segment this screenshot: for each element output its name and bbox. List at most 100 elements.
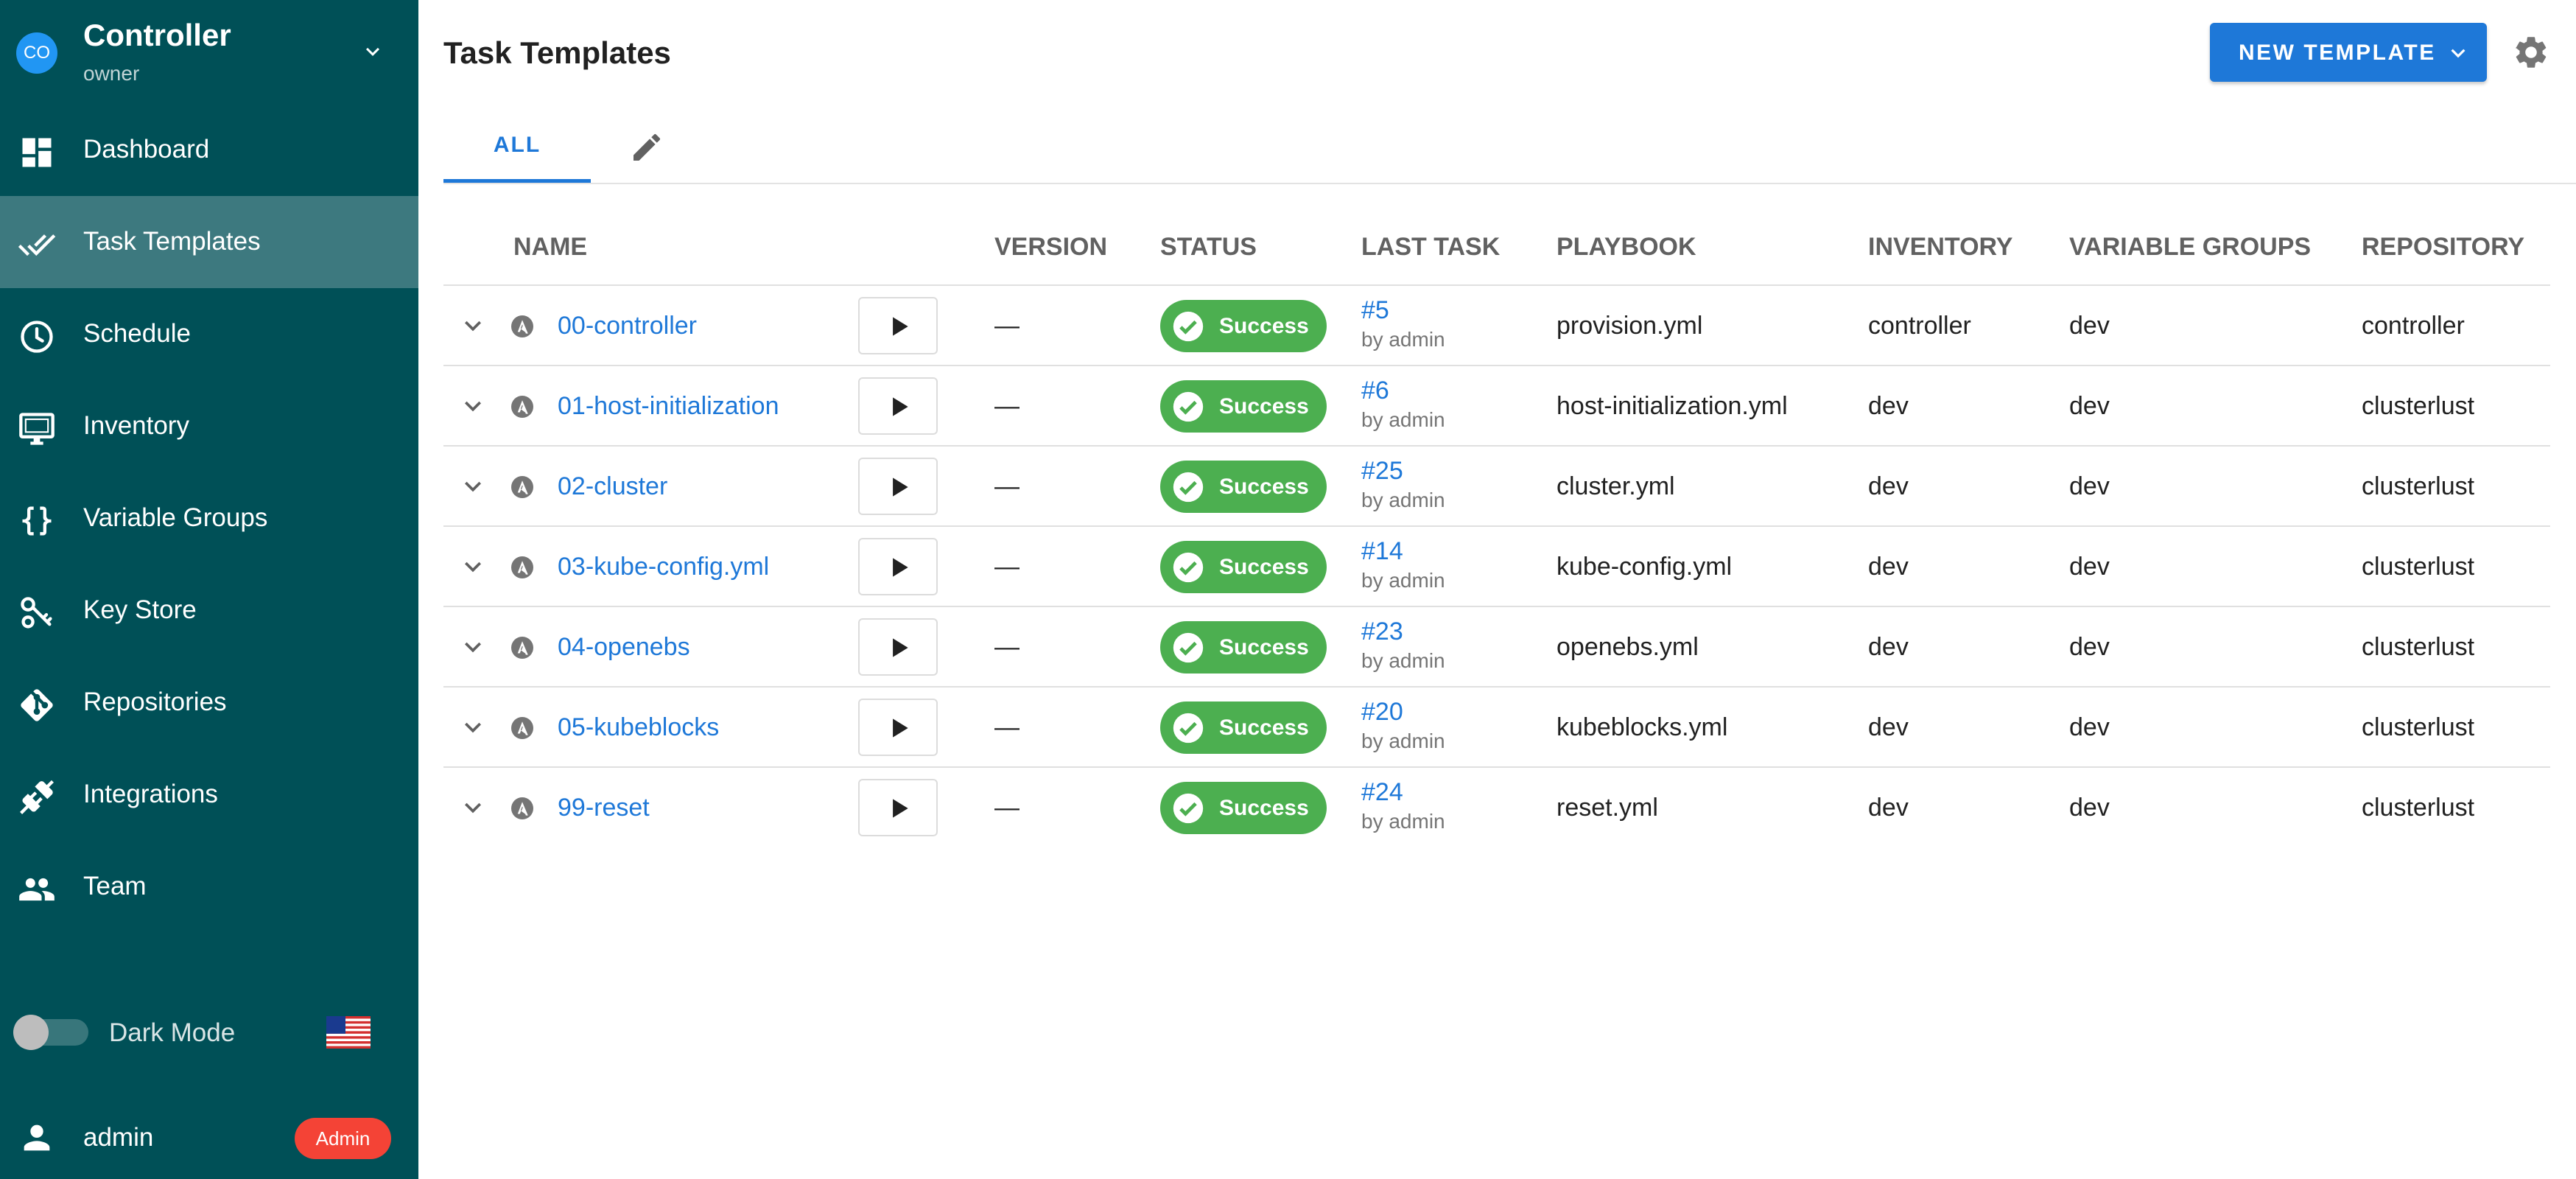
expand-chevron-icon[interactable] — [457, 711, 489, 744]
template-name-link[interactable]: 04-openebs — [558, 633, 690, 662]
chevron-down-icon[interactable] — [359, 38, 386, 65]
play-icon — [893, 317, 908, 336]
last-task-link[interactable]: #25 — [1361, 457, 1403, 486]
ansible-icon — [511, 717, 533, 739]
status-badge: Success — [1160, 541, 1327, 593]
status-badge: Success — [1160, 702, 1327, 754]
table-row: 02-cluster — Success #25 by admin cluste… — [443, 447, 2550, 527]
user-name: admin — [83, 1123, 154, 1152]
version-value: — — [994, 633, 1019, 661]
column-header-name[interactable]: NAME — [513, 233, 587, 262]
run-template-button[interactable] — [858, 699, 938, 756]
variable-group-value: dev — [2069, 312, 2110, 340]
last-task-link[interactable]: #24 — [1361, 778, 1403, 807]
tab-edit-views[interactable] — [591, 102, 709, 183]
run-template-button[interactable] — [858, 297, 938, 354]
play-icon — [893, 718, 908, 738]
main-content: Task Templates NEW TEMPLATE ALL NAME VER… — [418, 0, 2576, 1179]
last-task-author: by admin — [1361, 489, 1445, 511]
last-task-link[interactable]: #14 — [1361, 537, 1403, 566]
inventory-value: dev — [1868, 392, 1909, 420]
clock-icon — [21, 321, 53, 353]
project-selector[interactable]: CO Controller owner — [0, 0, 418, 100]
sidebar-item-repositories[interactable]: Repositories — [0, 657, 418, 749]
template-name-link[interactable]: 01-host-initialization — [558, 392, 779, 421]
sidebar-item-label: Inventory — [83, 411, 189, 440]
check-circle-icon — [1173, 793, 1204, 824]
repository-value: clusterlust — [2362, 392, 2475, 420]
status-label: Success — [1219, 555, 1309, 579]
run-template-button[interactable] — [858, 618, 938, 676]
column-header-version[interactable]: VERSION — [994, 233, 1107, 262]
playbook-value: openebs.yml — [1557, 633, 1699, 661]
user-menu[interactable]: admin Admin — [0, 1094, 418, 1179]
column-header-playbook[interactable]: PLAYBOOK — [1557, 233, 1696, 262]
status-label: Success — [1219, 796, 1309, 820]
play-icon — [893, 477, 908, 497]
check-circle-icon — [1173, 552, 1204, 583]
tab-all[interactable]: ALL — [443, 102, 591, 183]
expand-chevron-icon[interactable] — [457, 791, 489, 824]
inventory-value: controller — [1868, 312, 1971, 340]
column-header-status[interactable]: STATUS — [1160, 233, 1257, 262]
last-task-link[interactable]: #5 — [1361, 296, 1389, 325]
table-header: NAME VERSION STATUS LAST TASK PLAYBOOK I… — [443, 206, 2550, 286]
run-template-button[interactable] — [858, 458, 938, 515]
expand-chevron-icon[interactable] — [457, 631, 489, 663]
template-name-link[interactable]: 05-kubeblocks — [558, 713, 719, 742]
sidebar-item-key-store[interactable]: Key Store — [0, 564, 418, 657]
sidebar-item-inventory[interactable]: Inventory — [0, 380, 418, 472]
status-badge: Success — [1160, 380, 1327, 433]
column-header-variable-groups[interactable]: VARIABLE GROUPS — [2069, 233, 2311, 262]
run-template-button[interactable] — [858, 377, 938, 435]
column-header-repository[interactable]: REPOSITORY — [2362, 233, 2524, 262]
variable-group-value: dev — [2069, 713, 2110, 741]
expand-chevron-icon[interactable] — [457, 390, 489, 422]
table-row: 05-kubeblocks — Success #20 by admin kub… — [443, 688, 2550, 768]
check-circle-icon — [1173, 472, 1204, 503]
sidebar-item-schedule[interactable]: Schedule — [0, 288, 418, 380]
new-template-button[interactable]: NEW TEMPLATE — [2210, 23, 2487, 82]
check-circle-icon — [1173, 632, 1204, 663]
expand-chevron-icon[interactable] — [457, 309, 489, 342]
page-title: Task Templates — [443, 35, 671, 70]
gear-icon[interactable] — [2512, 33, 2550, 71]
last-task-author: by admin — [1361, 328, 1445, 351]
sidebar-item-task-templates[interactable]: Task Templates — [0, 196, 418, 288]
template-name-link[interactable]: 02-cluster — [558, 472, 667, 501]
playbook-value: provision.yml — [1557, 312, 1703, 340]
sidebar-item-integrations[interactable]: Integrations — [0, 749, 418, 841]
project-role: owner — [83, 62, 140, 85]
template-name-link[interactable]: 99-reset — [558, 794, 650, 822]
status-label: Success — [1219, 716, 1309, 740]
column-header-last-task[interactable]: LAST TASK — [1361, 233, 1500, 262]
run-template-button[interactable] — [858, 779, 938, 836]
last-task-link[interactable]: #20 — [1361, 698, 1403, 727]
sidebar-item-variable-groups[interactable]: Variable Groups — [0, 472, 418, 564]
playbook-value: host-initialization.yml — [1557, 392, 1788, 420]
inventory-value: dev — [1868, 472, 1909, 500]
status-label: Success — [1219, 635, 1309, 660]
tab-all-label: ALL — [493, 133, 541, 157]
last-task-link[interactable]: #23 — [1361, 618, 1403, 646]
last-task-link[interactable]: #6 — [1361, 377, 1389, 405]
play-icon — [893, 638, 908, 657]
playbook-value: kube-config.yml — [1557, 553, 1733, 581]
last-task-author: by admin — [1361, 569, 1445, 592]
dark-mode-toggle[interactable] — [13, 1012, 90, 1053]
expand-chevron-icon[interactable] — [457, 470, 489, 503]
check-circle-icon — [1173, 713, 1204, 744]
variable-group-value: dev — [2069, 794, 2110, 822]
dark-mode-label: Dark Mode — [109, 1018, 236, 1047]
repository-value: clusterlust — [2362, 472, 2475, 500]
us-flag-icon[interactable] — [326, 1016, 371, 1049]
sidebar-item-dashboard[interactable]: Dashboard — [0, 104, 418, 196]
column-header-inventory[interactable]: INVENTORY — [1868, 233, 2012, 262]
expand-chevron-icon[interactable] — [457, 550, 489, 583]
template-name-link[interactable]: 03-kube-config.yml — [558, 553, 769, 581]
active-tab-indicator — [443, 179, 591, 183]
inventory-value: dev — [1868, 713, 1909, 741]
run-template-button[interactable] — [858, 538, 938, 595]
sidebar-item-team[interactable]: Team — [0, 841, 418, 933]
template-name-link[interactable]: 00-controller — [558, 312, 697, 340]
